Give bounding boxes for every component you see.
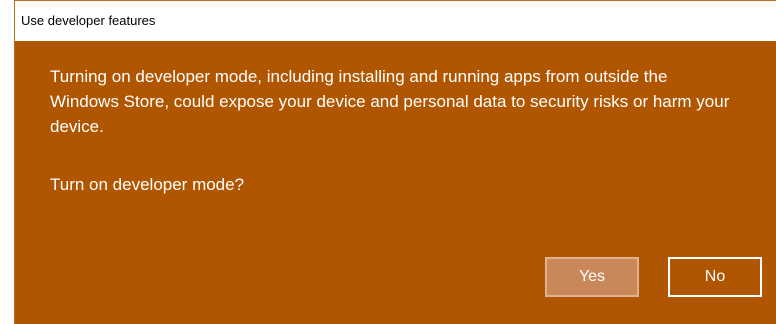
dialog-question: Turn on developer mode? (50, 175, 245, 194)
dialog-message: Turning on developer mode, including ins… (50, 67, 730, 136)
dialog-content: Turning on developer mode, including ins… (15, 41, 776, 324)
dialog-window: Use developer features Turning on develo… (14, 0, 776, 324)
no-button[interactable]: No (668, 257, 762, 297)
yes-button[interactable]: Yes (545, 257, 639, 297)
dialog-title: Use developer features (15, 1, 776, 41)
